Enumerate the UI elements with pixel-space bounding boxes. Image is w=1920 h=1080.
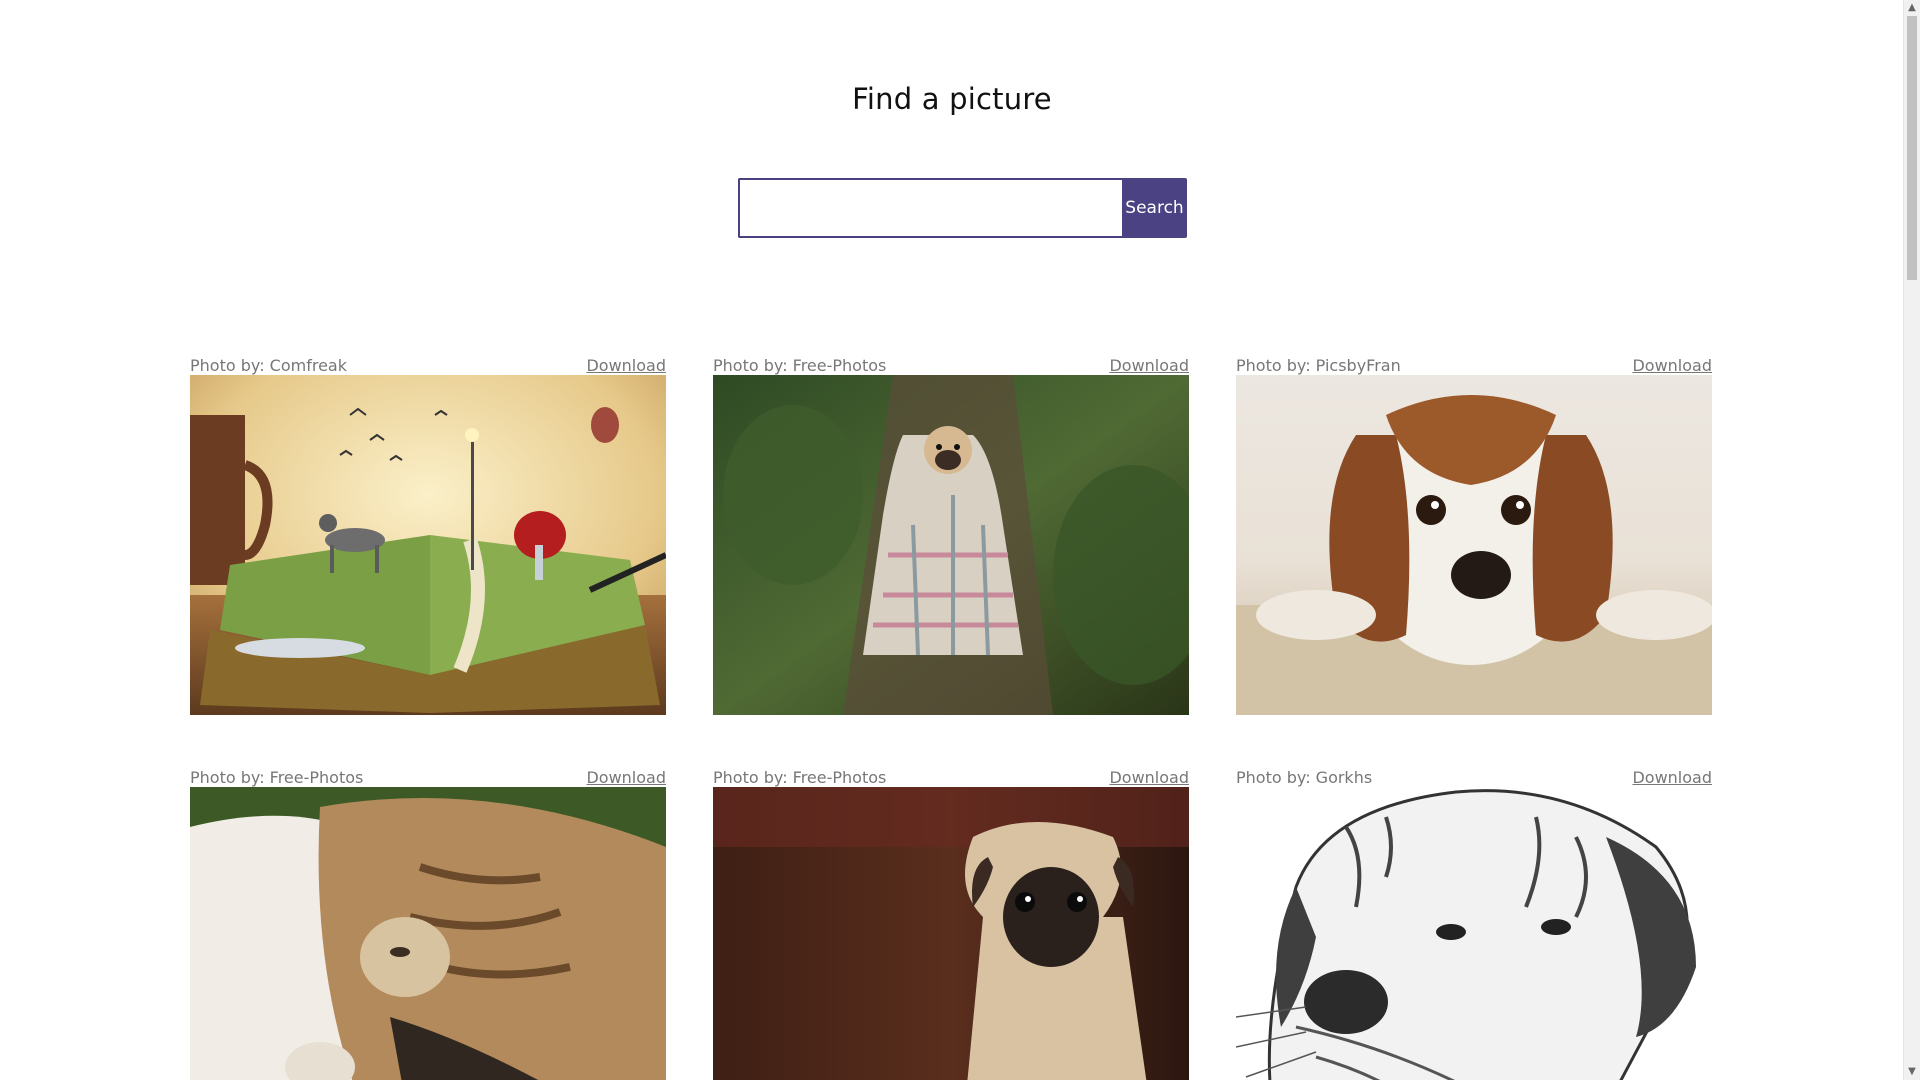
photo-book-scene <box>190 375 666 715</box>
photo-image[interactable] <box>190 375 666 715</box>
photo-image[interactable] <box>1236 787 1712 1080</box>
photo-spaniel-puppy <box>1236 375 1712 715</box>
photo-card: Photo by: Free-Photos Download <box>713 767 1189 1080</box>
download-link[interactable]: Download <box>1109 768 1189 787</box>
download-link[interactable]: Download <box>586 356 666 375</box>
download-link[interactable]: Download <box>1632 356 1712 375</box>
search-input[interactable] <box>738 178 1122 238</box>
photo-pug-blanket <box>713 375 1189 715</box>
photo-credit: Photo by: Comfreak <box>190 356 347 375</box>
scrollbar-thumb[interactable] <box>1907 16 1917 280</box>
photo-pug-puppy <box>713 787 1189 1080</box>
download-link[interactable]: Download <box>586 768 666 787</box>
page: Find a picture Search Photo by: Comfreak… <box>0 0 1920 1080</box>
photo-credit: Photo by: Free-Photos <box>190 768 364 787</box>
scroll-up-icon[interactable]: ▲ <box>1904 0 1920 16</box>
search-form: Search <box>738 178 1187 238</box>
photo-credit: Photo by: Gorkhs <box>1236 768 1373 787</box>
photo-card-header: Photo by: Free-Photos Download <box>713 355 1189 375</box>
photo-card-header: Photo by: Comfreak Download <box>190 355 666 375</box>
photo-card-header: Photo by: Gorkhs Download <box>1236 767 1712 787</box>
page-title: Find a picture <box>852 82 1052 116</box>
photo-image[interactable] <box>713 787 1189 1080</box>
photo-credit: Photo by: Free-Photos <box>713 356 887 375</box>
photo-card: Photo by: Gorkhs Download <box>1236 767 1712 1080</box>
photo-card: Photo by: Free-Photos Download <box>713 355 1189 715</box>
photo-dog-sketch <box>1236 787 1712 1080</box>
photo-image[interactable] <box>190 787 666 1080</box>
scroll-down-icon[interactable]: ▼ <box>1904 1064 1920 1080</box>
photo-image[interactable] <box>1236 375 1712 715</box>
photo-credit: Photo by: PicsbyFran <box>1236 356 1401 375</box>
photo-image[interactable] <box>713 375 1189 715</box>
photo-grid: Photo by: Comfreak Download Photo by: Fr… <box>190 355 1714 1080</box>
photo-cat-and-dog <box>190 787 666 1080</box>
download-link[interactable]: Download <box>1109 356 1189 375</box>
search-button[interactable]: Search <box>1122 178 1187 238</box>
photo-card-header: Photo by: Free-Photos Download <box>190 767 666 787</box>
vertical-scrollbar[interactable]: ▲ ▼ <box>1903 0 1920 1080</box>
photo-card-header: Photo by: PicsbyFran Download <box>1236 355 1712 375</box>
photo-card: Photo by: Free-Photos Download <box>190 767 666 1080</box>
photo-card: Photo by: PicsbyFran Download <box>1236 355 1712 715</box>
photo-credit: Photo by: Free-Photos <box>713 768 887 787</box>
download-link[interactable]: Download <box>1632 768 1712 787</box>
photo-card-header: Photo by: Free-Photos Download <box>713 767 1189 787</box>
photo-card: Photo by: Comfreak Download <box>190 355 666 715</box>
